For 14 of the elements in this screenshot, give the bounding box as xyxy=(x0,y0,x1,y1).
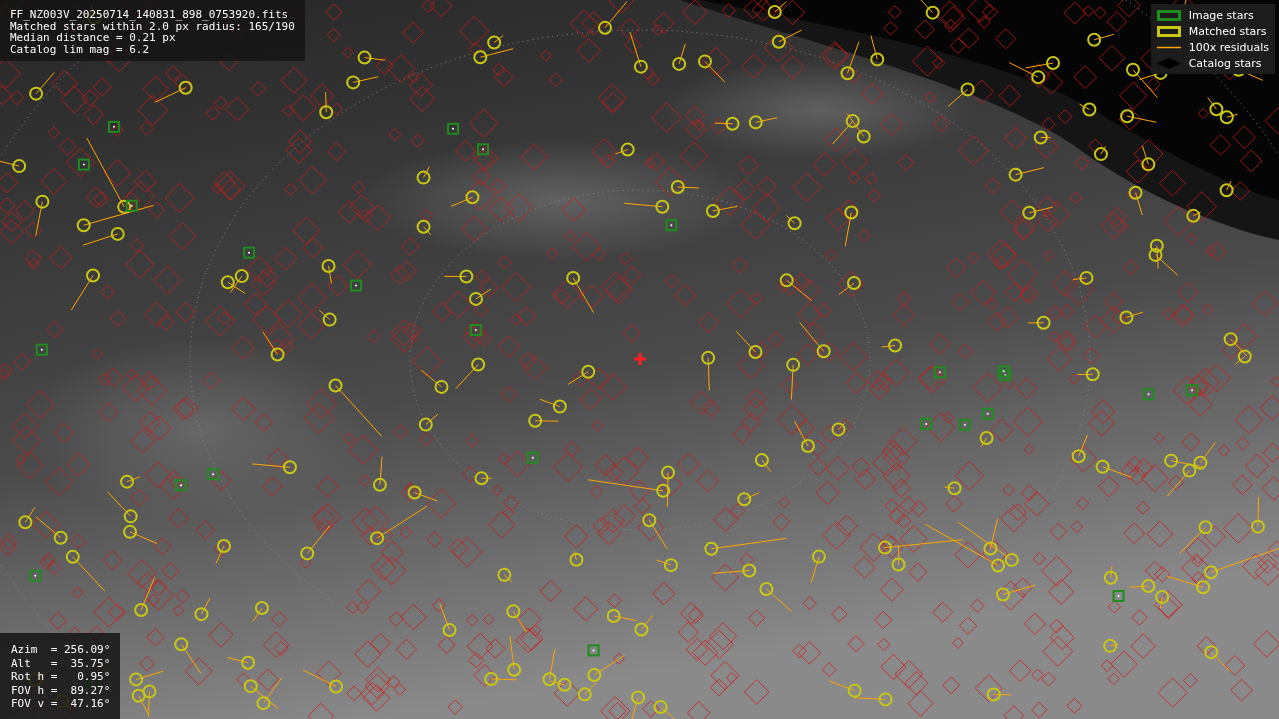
info-text: FF_NZ003V_20250714_140831_898_0753920.fits xyxy=(10,9,290,21)
info-text: Catalog lim mag = 6.2 xyxy=(10,43,151,55)
info-text: Matched stars within 2.0 px radius: 165/190 xyxy=(10,20,295,32)
legend-label: Image stars xyxy=(1188,9,1254,22)
pointing-text: Azim = 256.09° xyxy=(11,643,111,657)
center-cross-icon xyxy=(634,353,646,365)
legend-label: Matched stars xyxy=(1188,25,1267,38)
pointing-text: FOV v = 47.16° xyxy=(11,697,111,711)
pointing-text: Rot h = 0.95° xyxy=(11,670,111,684)
legend-label: 100x residuals xyxy=(1188,41,1269,54)
pointing-text: FOV h = 89.27° xyxy=(11,683,111,698)
pointing-text: Alt = 35.75° xyxy=(11,656,111,671)
info-text: Median distance = 0.21 px xyxy=(10,32,176,44)
legend-label: Catalog stars xyxy=(1188,57,1262,70)
